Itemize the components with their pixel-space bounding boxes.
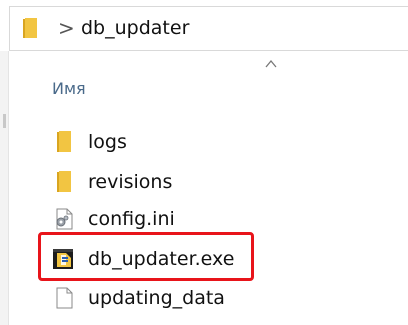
chevron-right-icon[interactable]: > [58,17,75,39]
sort-ascending-caret-icon[interactable] [265,59,277,69]
folder-icon [57,171,71,192]
address-bar[interactable]: > db_updater [9,6,408,51]
column-header-name[interactable]: Имя [52,79,86,99]
pane-splitter-mark [3,114,6,128]
blank-file-icon [56,287,73,309]
list-item[interactable]: config.ini [52,205,352,233]
file-name: revisions [88,171,173,193]
navigation-pane-edge [0,51,9,325]
breadcrumb-current-folder[interactable]: db_updater [81,16,189,40]
settings-file-icon [56,208,73,230]
folder-icon [57,131,71,152]
file-explorer-window: > db_updater Имя logs revisions config.i… [0,0,408,325]
list-item[interactable]: revisions [52,168,352,196]
file-name: logs [88,131,127,153]
file-name: config.ini [88,208,175,230]
list-item[interactable]: updating_data [52,284,352,312]
folder-icon [23,18,37,38]
annotation-highlight-box [38,232,254,281]
list-item[interactable]: logs [52,128,352,156]
file-name: updating_data [88,287,225,309]
